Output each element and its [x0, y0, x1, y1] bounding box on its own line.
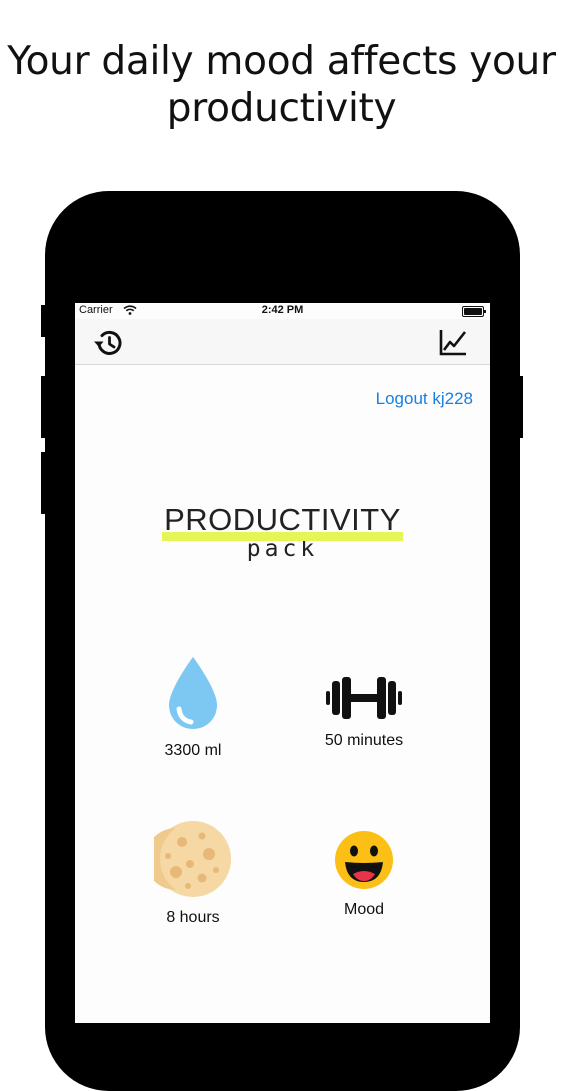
phone-power-button [518, 376, 523, 438]
brand-title: PRODUCTIVITY [162, 502, 403, 541]
smiley-icon [335, 831, 393, 889]
mood-tracker[interactable]: Mood [294, 830, 434, 919]
status-time: 2:42 PM [261, 304, 304, 316]
chart-icon[interactable] [438, 327, 468, 357]
history-icon[interactable] [91, 328, 125, 358]
headline-line-2: productivity [166, 86, 397, 131]
exercise-label: 50 minutes [324, 732, 404, 749]
water-tracker[interactable]: 3300 ml [123, 655, 263, 760]
promo-headline: Your daily mood affects your productivit… [0, 38, 563, 132]
logout-link[interactable]: Logout kj228 [376, 389, 473, 409]
water-label: 3300 ml [164, 742, 222, 759]
phone-volume-up [41, 376, 47, 438]
brand-logo: PRODUCTIVITY pack [75, 502, 490, 562]
mood-label: Mood [343, 901, 385, 918]
phone-screen: Carrier 2:42 PM Logout kj228 PRODUCTIVIT… [75, 303, 490, 1023]
dumbbell-icon [326, 677, 402, 719]
moon-icon [145, 821, 231, 897]
water-drop-icon [169, 657, 217, 729]
phone-mute-switch [41, 305, 47, 337]
sleep-tracker[interactable]: 8 hours [123, 820, 263, 927]
phone-volume-down [41, 452, 47, 514]
battery-icon [462, 306, 486, 317]
headline-line-1: Your daily mood affects your [7, 39, 556, 84]
exercise-tracker[interactable]: 50 minutes [294, 675, 434, 750]
status-bar: Carrier 2:42 PM [75, 303, 490, 319]
sleep-label: 8 hours [166, 909, 220, 926]
nav-bar [75, 319, 490, 365]
